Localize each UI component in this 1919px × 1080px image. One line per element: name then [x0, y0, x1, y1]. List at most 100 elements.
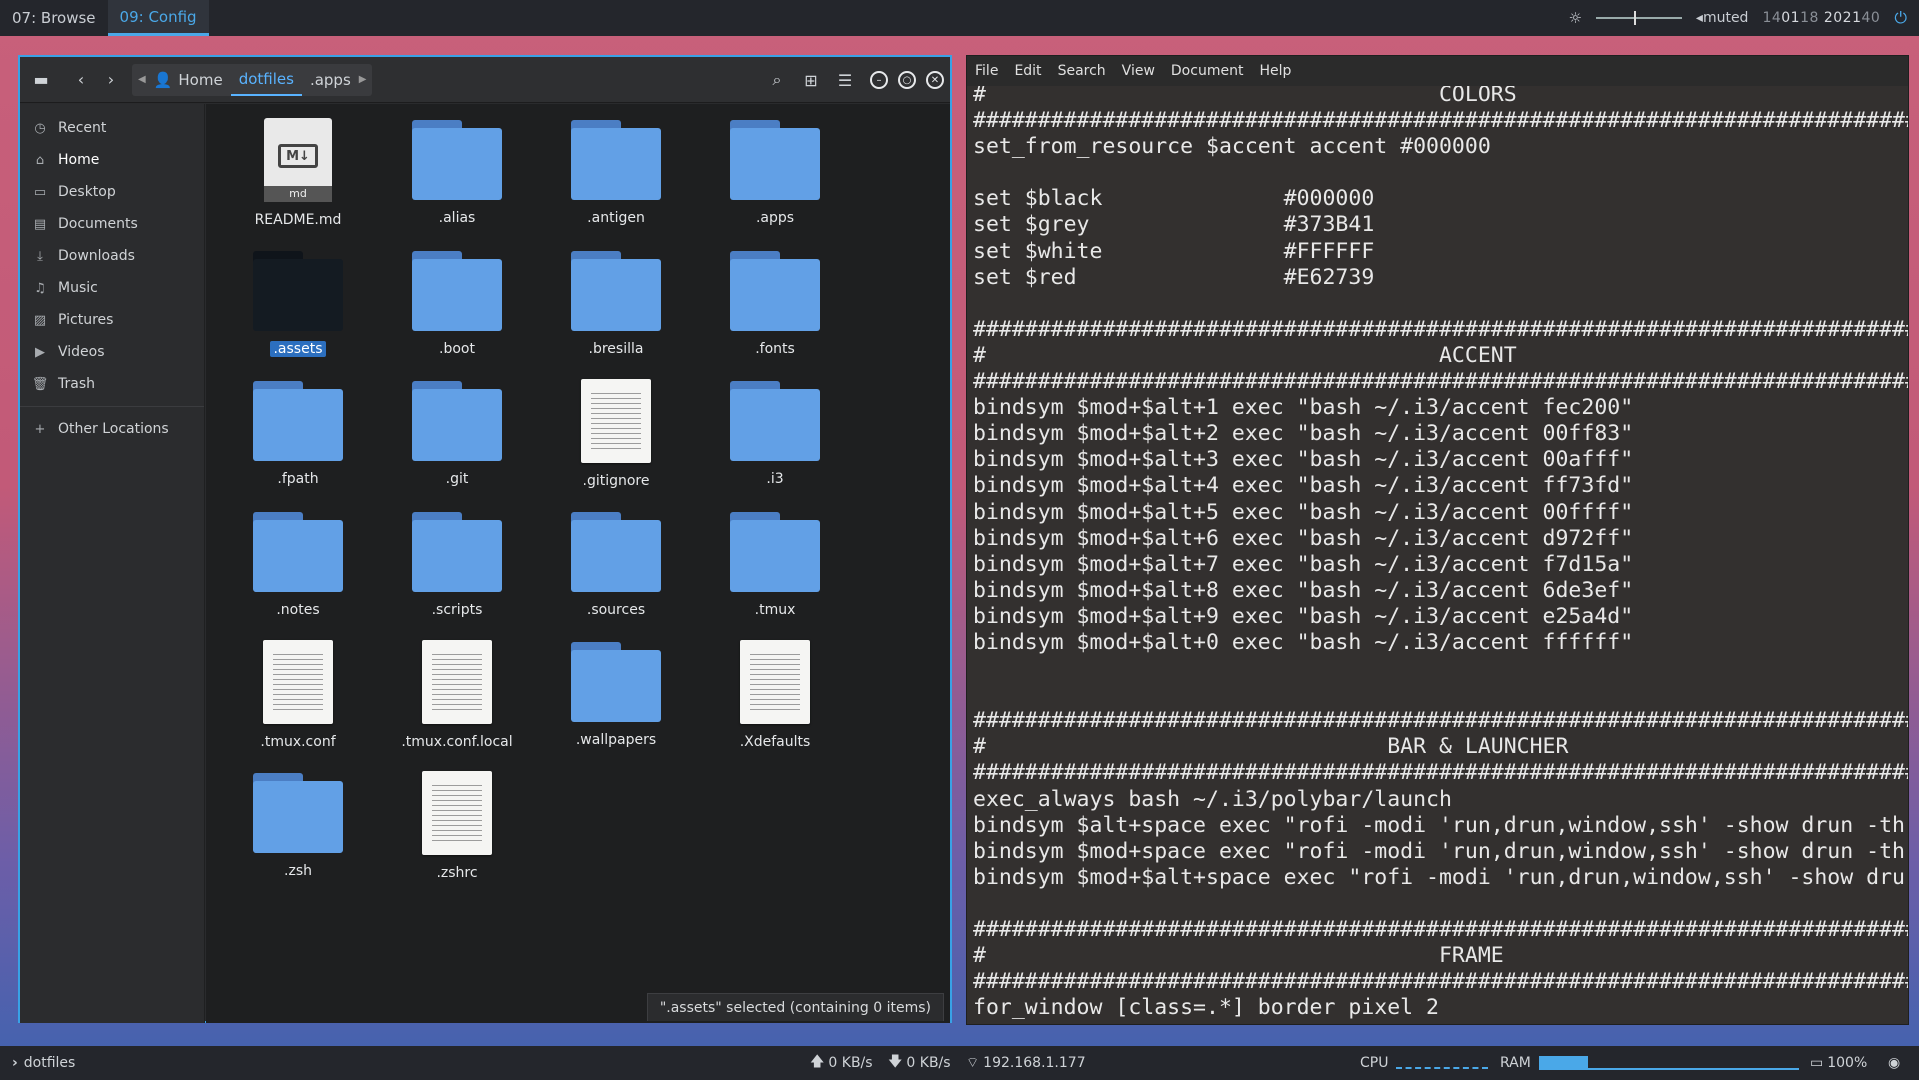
crumb-dotfiles[interactable]: dotfiles: [230, 64, 302, 96]
file-item[interactable]: .assets: [223, 245, 373, 365]
folder-body: [571, 519, 661, 592]
power-icon[interactable]: ⏻: [1894, 8, 1907, 28]
folder-icon: [253, 381, 343, 461]
app-icon[interactable]: ▬: [26, 65, 56, 95]
menu-search[interactable]: Search: [1050, 63, 1114, 79]
sidebar-item-desktop[interactable]: ▭ Desktop: [20, 176, 204, 208]
code-line: # ACCENT: [973, 342, 1517, 368]
file-item[interactable]: M↓ md README.md: [223, 114, 373, 234]
file-item[interactable]: .antigen: [541, 114, 691, 234]
text-lines: [432, 654, 482, 712]
file-name: .fpath: [277, 471, 319, 487]
sidebar-item-home[interactable]: ⌂ Home: [20, 144, 204, 176]
clock: 140118 202140: [1762, 10, 1880, 26]
sidebar-item-recent[interactable]: ◷ Recent: [20, 112, 204, 144]
sidebar-item-documents[interactable]: ▤ Documents: [20, 208, 204, 240]
sidebar-item-other-locations[interactable]: + Other Locations: [20, 413, 204, 445]
file-item[interactable]: .boot: [382, 245, 532, 365]
sidebar-item-pictures[interactable]: ▨ Pictures: [20, 304, 204, 336]
breadcrumb: ◀ 👤 Home dotfiles .apps ▶: [132, 63, 373, 96]
maximize-icon[interactable]: ○: [898, 71, 916, 89]
menu-icon[interactable]: ☰: [830, 65, 860, 95]
file-item[interactable]: .gitignore: [541, 375, 691, 495]
file-item[interactable]: .apps: [700, 114, 850, 234]
crumb-home[interactable]: 👤 Home: [146, 64, 231, 96]
code-area[interactable]: # COLORS ################################…: [973, 82, 1909, 1022]
workspace-browse[interactable]: 07: Browse: [0, 0, 108, 36]
sidebar-item-trash[interactable]: 🗑 Trash: [20, 368, 204, 400]
menu-file[interactable]: File: [967, 63, 1006, 79]
file-item[interactable]: .i3: [700, 375, 850, 495]
workspace-config[interactable]: 09: Config: [107, 0, 209, 36]
folder-icon: [730, 511, 820, 592]
menu-edit[interactable]: Edit: [1006, 63, 1049, 79]
document-icon: ▤: [33, 216, 47, 232]
code-line: bindsym $mod+$alt+7 exec "bash ~/.i3/acc…: [973, 551, 1634, 577]
grid-view-icon[interactable]: ⊞: [796, 65, 826, 95]
folder-icon: [253, 511, 343, 592]
file-name: .Xdefaults: [739, 734, 811, 750]
search-icon[interactable]: ⌕: [762, 65, 792, 95]
code-line: ########################################…: [973, 316, 1909, 342]
text-file-icon: [263, 640, 333, 724]
file-item[interactable]: .zshrc: [382, 767, 532, 887]
file-item[interactable]: .alias: [382, 114, 532, 234]
github-icon[interactable]: ◉: [1888, 1046, 1900, 1080]
file-item[interactable]: .Xdefaults: [700, 636, 850, 756]
file-name: .boot: [439, 340, 475, 357]
menu-help[interactable]: Help: [1251, 63, 1299, 79]
file-item[interactable]: .tmux.conf: [223, 636, 373, 756]
file-item[interactable]: .wallpapers: [541, 636, 691, 756]
code-line: bindsym $alt+space exec "rofi -modi 'run…: [973, 812, 1905, 838]
file-name: .apps: [755, 210, 795, 226]
file-item[interactable]: .notes: [223, 506, 373, 626]
sidebar-item-videos[interactable]: ▶ Videos: [20, 336, 204, 368]
close-icon[interactable]: ✕: [926, 71, 944, 89]
file-item[interactable]: .zsh: [223, 767, 373, 887]
volume-label: muted: [1702, 10, 1749, 26]
crumb-right-arrow-icon[interactable]: ▶: [359, 74, 367, 85]
folder-body: [253, 389, 343, 461]
file-grid: M↓ md README.md .alias .antigen .apps .assets.…: [206, 104, 950, 1023]
folder-icon: [253, 250, 343, 331]
file-item[interactable]: .fpath: [223, 375, 373, 495]
sidebar-item-downloads[interactable]: ⤓ Downloads: [20, 240, 204, 272]
menu-view[interactable]: View: [1114, 63, 1163, 79]
file-manager-window: ▬ ‹ › ◀ 👤 Home dotfiles .apps ▶ ⌕ ⊞ ☰ – ○…: [18, 55, 952, 1023]
file-item[interactable]: .fonts: [700, 245, 850, 365]
sidebar-item-music[interactable]: ♫ Music: [20, 272, 204, 304]
sidebar-item-label: Videos: [58, 344, 105, 360]
code-line: bindsym $mod+$alt+8 exec "bash ~/.i3/acc…: [973, 577, 1634, 603]
battery-status: ▭ 100%: [1810, 1046, 1867, 1080]
folder-icon: [412, 250, 502, 331]
file-item[interactable]: .bresilla: [541, 245, 691, 365]
minimize-icon[interactable]: –: [870, 71, 888, 89]
folder-icon: [571, 642, 661, 722]
folder-body: [412, 389, 502, 461]
wifi-icon: ⌔: [966, 1055, 980, 1071]
brightness-icon[interactable]: ☼: [1568, 9, 1581, 27]
code-line: for_window [class=.*] border pixel 2: [973, 995, 1439, 1021]
volume-status[interactable]: ◂muted: [1696, 10, 1749, 26]
volume-slider-knob[interactable]: [1633, 11, 1636, 25]
code-line: bindsym $mod+$alt+4 exec "bash ~/.i3/acc…: [973, 473, 1634, 499]
file-item[interactable]: .tmux.conf.local: [382, 636, 532, 756]
file-item[interactable]: .scripts: [382, 506, 532, 626]
cpu-meter: CPU: [1360, 1046, 1489, 1080]
text-lines: [432, 784, 482, 843]
menu-document[interactable]: Document: [1163, 63, 1252, 79]
file-item[interactable]: .tmux: [700, 506, 850, 626]
back-button[interactable]: ‹: [66, 65, 96, 95]
menu-bar: File Edit Search View Document Help: [967, 56, 1908, 86]
file-item[interactable]: .git: [382, 375, 532, 495]
crumb-apps[interactable]: .apps: [302, 64, 359, 96]
folder-body: [730, 128, 820, 200]
file-item[interactable]: .sources: [541, 506, 691, 626]
volume-slider[interactable]: [1595, 11, 1682, 25]
crumb-left-arrow-icon[interactable]: ◀: [138, 74, 146, 85]
desktop-icon: ▭: [33, 184, 47, 200]
forward-button[interactable]: ›: [96, 65, 126, 95]
sidebar-item-label: Pictures: [58, 312, 114, 328]
